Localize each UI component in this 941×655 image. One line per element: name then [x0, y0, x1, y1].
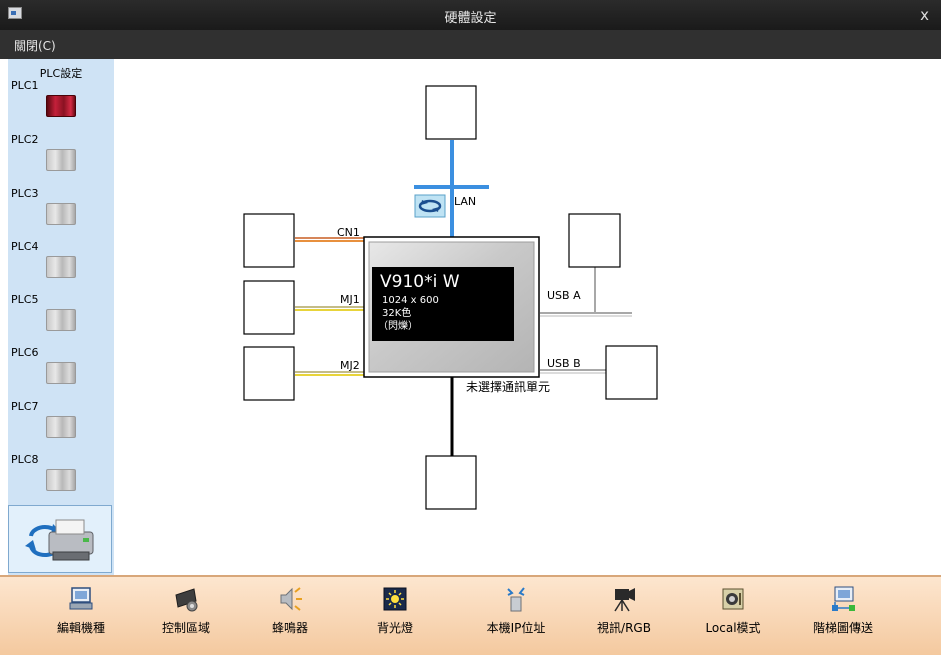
plc-label: PLC4 [11, 240, 39, 253]
title-bar: 硬體設定 x [0, 0, 941, 30]
plc-item-7[interactable]: PLC7 [8, 400, 114, 452]
usb-b-device-box[interactable] [605, 345, 658, 400]
ladder-transfer-label: 階梯圖傳送 [812, 621, 873, 635]
local-mode-label: Local模式 [705, 621, 761, 635]
plc-label: PLC5 [11, 293, 39, 306]
plc-label: PLC1 [11, 79, 39, 92]
plc-item-4[interactable]: PLC4 [8, 240, 114, 292]
control-area-button[interactable]: 控制區域 [136, 583, 236, 643]
mj1-device-box[interactable] [243, 280, 295, 335]
plc-gray-icon [46, 203, 76, 225]
plc-label: PLC8 [11, 453, 39, 466]
no-comm-unit-label: 未選擇通訊單元 [466, 379, 550, 394]
plc-gray-icon [46, 362, 76, 384]
plc-gray-icon [46, 309, 76, 331]
local-ip-label: 本機IP位址 [486, 621, 546, 635]
device-colors: 32K色 [382, 306, 411, 319]
video-rgb-button[interactable]: 視訊/RGB [574, 583, 674, 643]
plc-gray-icon [46, 416, 76, 438]
device-model: V910*i W [380, 272, 460, 292]
menu-bar: 關閉(C) [0, 30, 941, 59]
plc-item-2[interactable]: PLC2 [8, 133, 114, 185]
plc-label: PLC3 [11, 187, 39, 200]
plc-red-icon [46, 95, 76, 117]
device-resolution: 1024 x 600 [382, 295, 439, 306]
close-button[interactable]: x [920, 6, 929, 24]
edit-model-button[interactable]: 編輯機種 [31, 583, 131, 643]
backlight-button[interactable]: 背光燈 [345, 583, 445, 643]
cn1-device-box[interactable] [243, 213, 295, 268]
buzzer-icon [280, 587, 302, 611]
plc-gray-icon [46, 469, 76, 491]
local-ip-button[interactable]: 本機IP位址 [466, 583, 566, 643]
mj2-label: MJ2 [340, 359, 360, 372]
video-rgb-icon [614, 588, 635, 612]
buzzer-button[interactable]: 蜂鳴器 [240, 583, 340, 643]
usb-a-label: USB A [547, 289, 581, 302]
mj1-label: MJ1 [340, 293, 360, 306]
control-area-icon [175, 588, 198, 612]
lan-label: LAN [454, 195, 476, 208]
plc-gray-icon [46, 149, 76, 171]
plc-label: PLC7 [11, 400, 39, 413]
hardware-diagram: LAN CN1 MJ1 MJ2 USB A USB B 未選擇通訊單元 V910… [114, 59, 941, 575]
device-blink: （閃爍） [378, 319, 418, 332]
edit-model-label: 編輯機種 [56, 621, 105, 635]
bottom-toolbar: 編輯機種 控制區域 蜂鳴器 背光燈 本機IP位址 視訊/RGB Local模式 … [0, 575, 941, 655]
local-mode-icon [722, 588, 744, 610]
local-mode-button[interactable]: Local模式 [683, 583, 783, 643]
plc-panel: PLC設定 PLC1 PLC2 PLC3 PLC4 PLC5 PLC6 PLC7… [8, 59, 115, 575]
plc-label: PLC2 [11, 133, 39, 146]
backlight-icon [383, 587, 407, 611]
video-rgb-label: 視訊/RGB [597, 621, 651, 635]
plc-item-8[interactable]: PLC8 [8, 453, 114, 505]
lan-sync-icon[interactable] [414, 194, 446, 218]
buzzer-label: 蜂鳴器 [271, 621, 308, 635]
usb-a-device-box[interactable] [568, 213, 621, 268]
cn1-label: CN1 [337, 226, 360, 239]
printer-transfer-button[interactable] [8, 505, 112, 573]
usb-b-label: USB B [547, 357, 581, 370]
plc-gray-icon [46, 256, 76, 278]
printer-transfer-icon [25, 519, 94, 561]
local-ip-icon [507, 587, 525, 612]
window-title: 硬體設定 [444, 11, 497, 26]
plc-item-5[interactable]: PLC5 [8, 293, 114, 345]
close-menu-item[interactable]: 關閉(C) [14, 37, 56, 54]
ladder-transfer-icon [832, 586, 855, 611]
plc-label: PLC6 [11, 346, 39, 359]
mj2-device-box[interactable] [243, 346, 295, 401]
bottom-device-box[interactable] [425, 455, 477, 510]
backlight-label: 背光燈 [376, 621, 413, 635]
lan-device-box[interactable] [425, 85, 477, 140]
plc-item-1[interactable]: PLC1 [8, 79, 114, 131]
ladder-transfer-button[interactable]: 階梯圖傳送 [793, 583, 893, 643]
plc-item-6[interactable]: PLC6 [8, 346, 114, 398]
edit-model-icon [69, 587, 93, 610]
control-area-label: 控制區域 [161, 621, 210, 635]
plc-item-3[interactable]: PLC3 [8, 187, 114, 239]
